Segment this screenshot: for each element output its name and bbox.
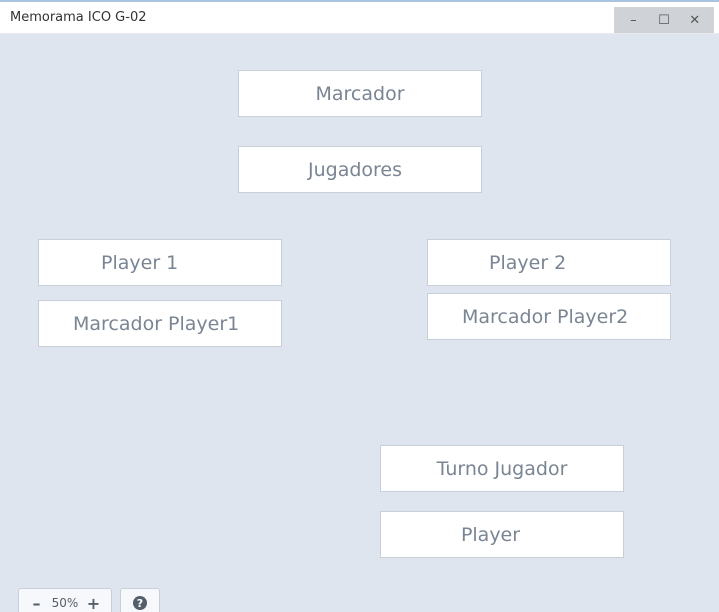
window-title: Memorama ICO G-02 <box>10 10 147 25</box>
zoom-in-button[interactable]: + <box>85 594 101 612</box>
maximize-button[interactable]: ☐ <box>652 10 676 30</box>
help-control: ? <box>120 588 160 612</box>
close-button[interactable]: ✕ <box>683 10 707 30</box>
zoom-out-button[interactable]: – <box>29 594 45 612</box>
title-bar: Memorama ICO G-02 – ☐ ✕ <box>0 2 719 34</box>
minimize-button[interactable]: – <box>621 10 645 30</box>
help-icon[interactable]: ? <box>133 596 147 610</box>
marcador-player1-label: Marcador Player1 <box>38 300 282 347</box>
player1-label: Player 1 <box>38 239 282 286</box>
marcador-player2-label: Marcador Player2 <box>427 293 671 340</box>
zoom-control: – 50% + <box>18 588 112 612</box>
window-controls: – ☐ ✕ <box>614 7 714 33</box>
current-player-label: Player <box>380 511 624 558</box>
jugadores-label: Jugadores <box>238 146 482 193</box>
player2-label: Player 2 <box>427 239 671 286</box>
marcador-label: Marcador <box>238 70 482 117</box>
zoom-level: 50% <box>51 596 79 610</box>
turno-jugador-label: Turno Jugador <box>380 445 624 492</box>
